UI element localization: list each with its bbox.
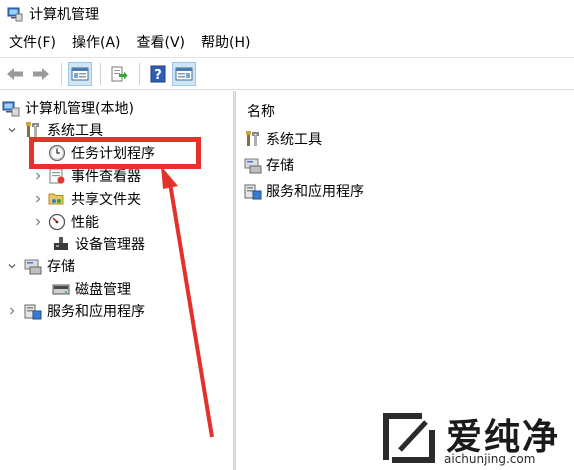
chevron-down-icon[interactable] xyxy=(6,260,18,272)
watermark-logo-icon xyxy=(383,413,435,463)
export-list-icon xyxy=(111,66,128,81)
services-apps-icon xyxy=(244,182,262,200)
chevron-right-icon[interactable] xyxy=(32,216,44,228)
computer-management-icon xyxy=(7,7,23,22)
chevron-right-icon[interactable] xyxy=(32,170,44,182)
menu-action[interactable]: 操作(A) xyxy=(64,32,129,54)
menu-file[interactable]: 文件(F) xyxy=(0,32,64,54)
disk-management-icon xyxy=(52,280,70,298)
performance-gauge-icon xyxy=(48,213,66,231)
help-icon: ? xyxy=(150,65,166,83)
event-viewer-icon xyxy=(48,167,66,185)
show-hide-console-tree-button[interactable] xyxy=(68,61,92,86)
shared-folder-icon xyxy=(48,190,66,208)
menu-view[interactable]: 查看(V) xyxy=(129,32,194,54)
device-manager-icon xyxy=(52,235,70,253)
toolbar: ? xyxy=(0,57,574,90)
svg-text:?: ? xyxy=(154,68,162,83)
chevron-right-icon[interactable] xyxy=(32,193,44,205)
list-item-services-apps[interactable]: 服务和应用程序 xyxy=(244,180,364,202)
annotation-highlight-box xyxy=(29,137,201,169)
list-item-system-tools[interactable]: 系统工具 xyxy=(244,128,322,150)
tree-item-label: 计算机管理(本地) xyxy=(25,101,134,117)
services-apps-icon xyxy=(24,302,42,320)
menu-bar: 文件(F) 操作(A) 查看(V) 帮助(H) xyxy=(0,30,574,56)
toolbar-separator xyxy=(139,62,140,85)
list-item-label: 服务和应用程序 xyxy=(266,184,364,200)
tree-item-label: 事件查看器 xyxy=(71,169,141,185)
toolbar-separator xyxy=(100,62,101,85)
title-bar: 计算机管理 xyxy=(0,0,574,28)
tree-item-performance[interactable]: 性能 xyxy=(32,211,99,233)
watermark-url: aichunjing.com xyxy=(444,452,536,466)
list-item-storage[interactable]: 存储 xyxy=(244,154,294,176)
tree-item-root[interactable]: 计算机管理(本地) xyxy=(2,97,134,119)
tree-item-storage[interactable]: 存储 xyxy=(6,255,75,277)
show-hide-console-tree-icon xyxy=(71,67,89,80)
storage-icon xyxy=(24,257,42,275)
tree-item-shared-folders[interactable]: 共享文件夹 xyxy=(32,188,141,210)
system-tools-icon xyxy=(244,130,262,148)
tree-item-label: 磁盘管理 xyxy=(75,282,131,298)
tree-item-device-manager[interactable]: 设备管理器 xyxy=(52,233,145,255)
chevron-down-icon[interactable] xyxy=(6,124,18,136)
chevron-right-icon[interactable] xyxy=(6,305,18,317)
back-button[interactable] xyxy=(3,62,27,86)
toolbar-separator xyxy=(61,62,62,85)
column-header-name[interactable]: 名称 xyxy=(247,101,275,121)
back-icon xyxy=(7,67,23,80)
tree-item-label: 设备管理器 xyxy=(75,237,145,253)
storage-icon xyxy=(244,156,262,174)
tree-item-disk-management[interactable]: 磁盘管理 xyxy=(52,278,131,300)
show-hide-action-pane-icon xyxy=(175,67,193,80)
tree-item-label: 存储 xyxy=(47,259,75,275)
tree-item-label: 性能 xyxy=(71,215,99,231)
window-title: 计算机管理 xyxy=(29,7,99,23)
show-hide-action-pane-button[interactable] xyxy=(172,61,196,86)
forward-icon xyxy=(33,67,49,80)
export-list-button[interactable] xyxy=(107,62,131,86)
forward-button[interactable] xyxy=(29,62,53,86)
tree-item-services-apps[interactable]: 服务和应用程序 xyxy=(6,300,145,322)
watermark: 爱纯净 aichunjing.com xyxy=(378,408,574,470)
menu-help[interactable]: 帮助(H) xyxy=(193,32,258,54)
tree-item-label: 服务和应用程序 xyxy=(47,304,145,320)
tree-item-label: 共享文件夹 xyxy=(71,192,141,208)
computer-management-icon xyxy=(2,99,20,117)
list-item-label: 系统工具 xyxy=(266,132,322,148)
help-button[interactable]: ? xyxy=(146,62,170,86)
list-item-label: 存储 xyxy=(266,158,294,174)
